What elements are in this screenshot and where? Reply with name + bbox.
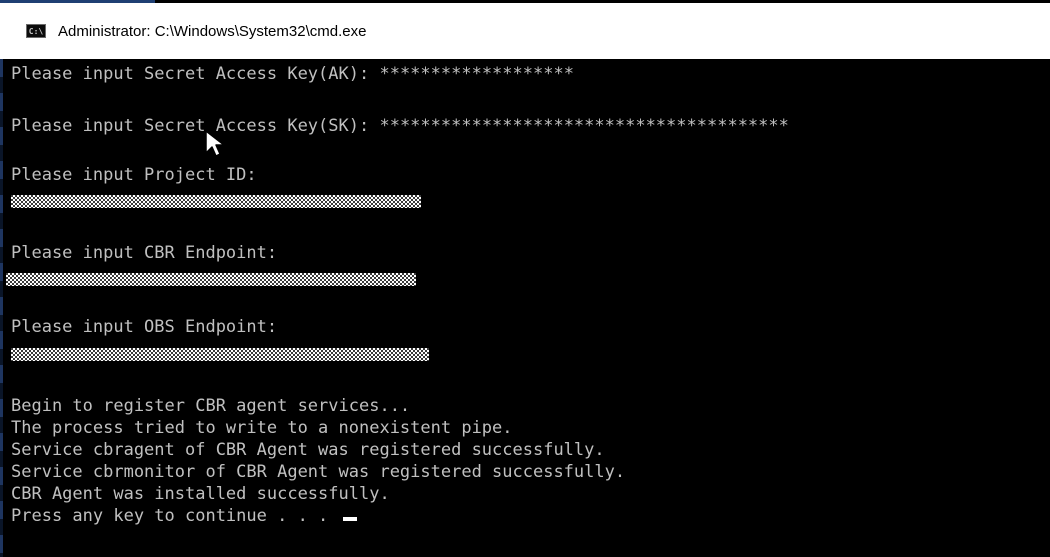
project-id-prompt: Please input Project ID:	[11, 165, 257, 185]
cbr-endpoint-prompt: Please input CBR Endpoint:	[11, 243, 278, 263]
output-line-4: Service cbrmonitor of CBR Agent was regi…	[11, 462, 626, 482]
output-line-3: Service cbragent of CBR Agent was regist…	[11, 440, 605, 460]
console-output[interactable]: Please input Secret Access Key(AK): ****…	[6, 59, 1041, 557]
text-cursor	[342, 517, 357, 521]
obs-endpoint-redacted	[11, 348, 429, 361]
sk-prompt-line: Please input Secret Access Key(SK): ****…	[11, 115, 789, 137]
mouse-pointer-icon	[205, 130, 225, 157]
project-id-redacted	[11, 195, 421, 208]
title-bar[interactable]: C:\ Administrator: C:\Windows\System32\c…	[0, 3, 1050, 59]
ak-prompt-line: Please input Secret Access Key(AK): ****…	[11, 63, 574, 85]
obs-endpoint-prompt: Please input OBS Endpoint:	[11, 317, 278, 337]
cmd-icon: C:\	[26, 24, 46, 38]
press-any-key-prompt: Press any key to continue . . .	[11, 506, 339, 526]
window-left-edge	[0, 59, 3, 557]
output-line-5: CBR Agent was installed successfully.	[11, 484, 390, 504]
output-line-1: Begin to register CBR agent services...	[11, 396, 411, 416]
press-any-key-line: Press any key to continue . . .	[11, 505, 357, 527]
cbr-endpoint-redacted	[6, 273, 416, 286]
ak-prompt-label: Please input Secret Access Key(AK):	[11, 64, 380, 84]
ak-masked-value: *******************	[379, 64, 574, 84]
cmd-window: C:\ Administrator: C:\Windows\System32\c…	[0, 0, 1050, 557]
output-line-2: The process tried to write to a nonexist…	[11, 418, 513, 438]
window-title: Administrator: C:\Windows\System32\cmd.e…	[58, 22, 367, 40]
sk-masked-value: ****************************************	[379, 116, 789, 136]
sk-prompt-label: Please input Secret Access Key(SK):	[11, 116, 380, 136]
